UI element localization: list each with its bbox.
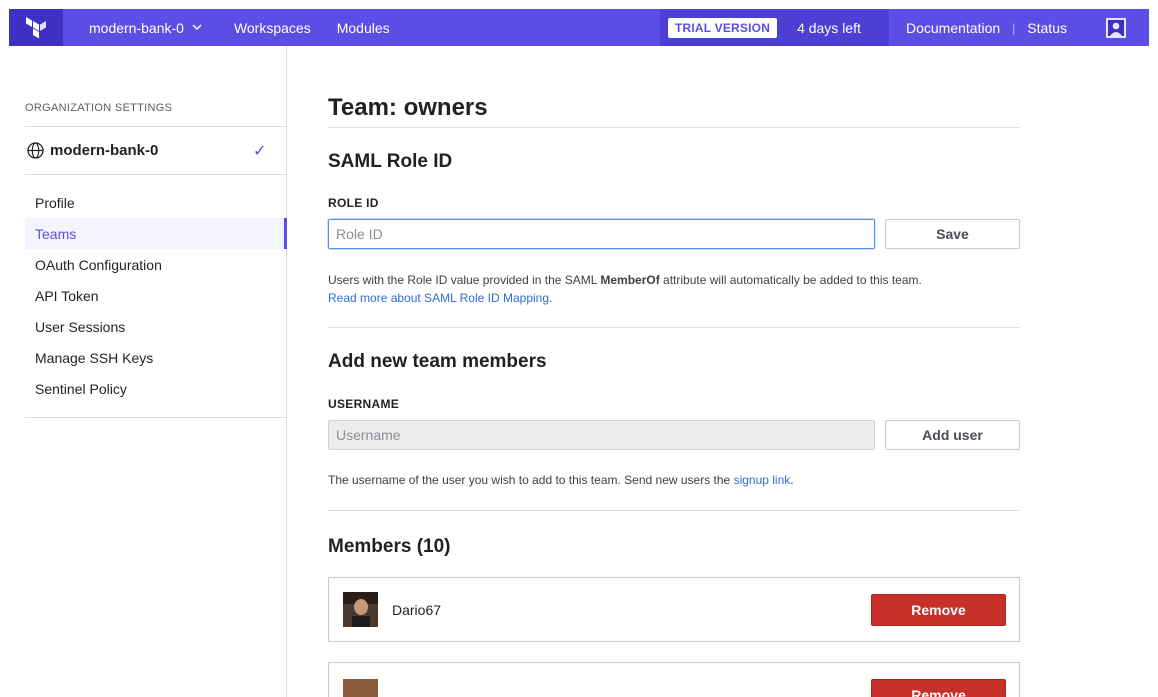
saml-help-end: .: [549, 291, 553, 305]
signup-link[interactable]: signup link: [734, 473, 791, 487]
terraform-logo-icon[interactable]: [9, 9, 63, 46]
username-label: USERNAME: [328, 397, 400, 411]
add-members-heading: Add new team members: [328, 351, 547, 372]
org-switcher-label: modern-bank-0: [89, 19, 184, 36]
save-button[interactable]: Save: [885, 219, 1020, 249]
saml-help-text: Users with the Role ID value provided in…: [328, 271, 1020, 307]
nav-right-links: Documentation | Status: [906, 9, 1067, 46]
nav-separator: |: [1012, 20, 1016, 35]
checkmark-icon: ✓: [253, 142, 267, 160]
top-navigation: modern-bank-0 Workspaces Modules TRIAL V…: [9, 9, 1149, 46]
member-avatar: [343, 592, 378, 627]
sidebar-divider: [25, 417, 287, 418]
saml-heading: SAML Role ID: [328, 151, 453, 172]
trial-banner[interactable]: TRIAL VERSION 4 days left: [660, 9, 889, 46]
add-members-help-text: The username of the user you wish to add…: [328, 471, 1020, 489]
chevron-down-icon: [192, 24, 202, 30]
add-members-help-end: .: [790, 473, 794, 487]
nav-workspaces[interactable]: Workspaces: [234, 20, 311, 36]
days-left-text: 4 days left: [797, 19, 861, 36]
saml-docs-link[interactable]: Read more about SAML Role ID Mapping: [328, 291, 549, 305]
add-user-button[interactable]: Add user: [885, 420, 1020, 450]
nav-documentation[interactable]: Documentation: [906, 20, 1000, 36]
title-divider: [328, 127, 1020, 128]
trial-badge: TRIAL VERSION: [668, 17, 778, 38]
sidebar-item-teams[interactable]: Teams: [25, 218, 287, 249]
sidebar-item-profile[interactable]: Profile: [0, 187, 287, 218]
globe-icon: [27, 142, 44, 159]
member-row: Remove: [328, 662, 1020, 697]
role-id-input[interactable]: [328, 219, 875, 249]
role-id-label: ROLE ID: [328, 196, 379, 210]
saml-help-pre: Users with the Role ID value provided in…: [328, 273, 601, 287]
sidebar-org-selector[interactable]: modern-bank-0 ✓: [25, 126, 287, 175]
nav-modules[interactable]: Modules: [337, 20, 390, 36]
sidebar-section-label: ORGANIZATION SETTINGS: [25, 102, 173, 114]
user-avatar-icon[interactable]: [1106, 18, 1126, 38]
saml-help-bold: MemberOf: [600, 273, 660, 287]
sidebar-item-manage-ssh-keys[interactable]: Manage SSH Keys: [0, 342, 287, 373]
remove-member-button[interactable]: Remove: [871, 593, 1006, 626]
sidebar-item-oauth-configuration[interactable]: OAuth Configuration: [0, 249, 287, 280]
nav-status[interactable]: Status: [1027, 20, 1067, 36]
add-members-divider: [328, 510, 1020, 511]
add-members-help-pre: The username of the user you wish to add…: [328, 473, 734, 487]
saml-divider: [328, 327, 1020, 328]
saml-help-post: attribute will automatically be added to…: [659, 273, 922, 287]
page-title: Team: owners: [328, 94, 488, 121]
members-heading: Members (10): [328, 536, 451, 557]
org-switcher[interactable]: modern-bank-0: [89, 20, 202, 36]
sidebar-item-api-token[interactable]: API Token: [0, 280, 287, 311]
member-avatar: [343, 679, 378, 697]
member-row: Dario67 Remove: [328, 577, 1020, 642]
remove-member-button[interactable]: Remove: [871, 679, 1006, 697]
sidebar-item-user-sessions[interactable]: User Sessions: [0, 311, 287, 342]
sidebar-item-sentinel-policy[interactable]: Sentinel Policy: [0, 373, 287, 404]
sidebar-menu: Profile Teams OAuth Configuration API To…: [0, 187, 287, 404]
member-username: Dario67: [392, 601, 442, 618]
settings-sidebar: ORGANIZATION SETTINGS modern-bank-0 ✓ Pr…: [0, 46, 287, 697]
sidebar-org-name: modern-bank-0: [50, 142, 159, 159]
username-input[interactable]: [328, 420, 875, 450]
